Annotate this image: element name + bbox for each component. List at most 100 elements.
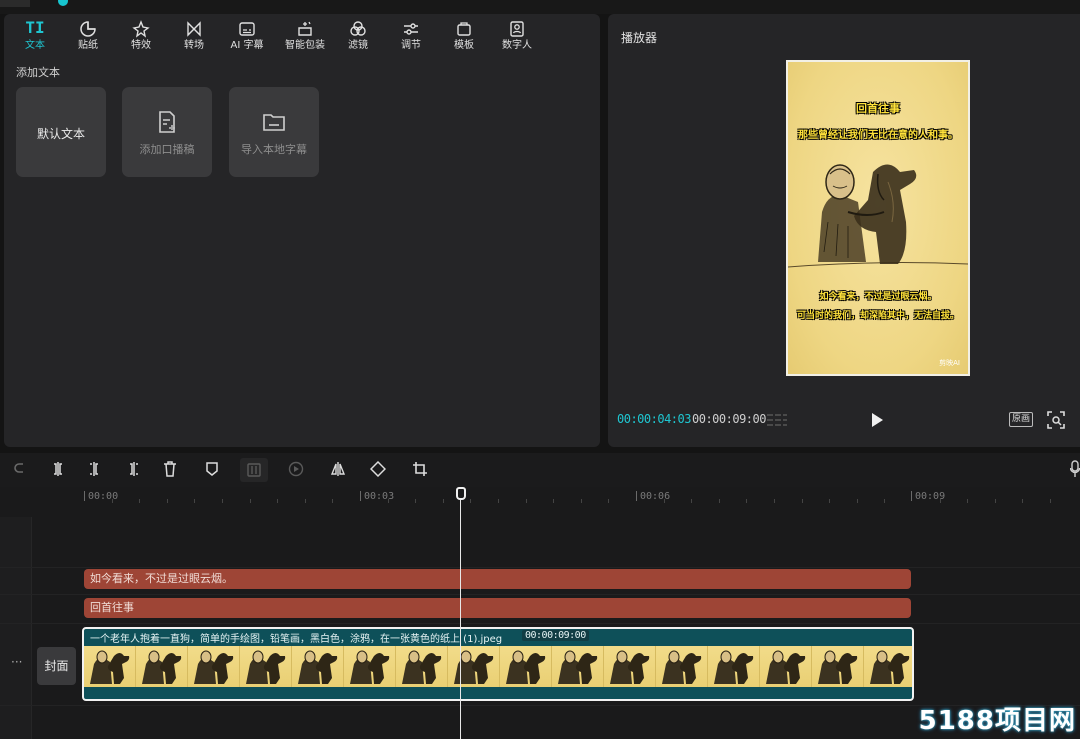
ratio-button[interactable]: 原画 [1009,412,1033,427]
ruler-minor-tick [1022,499,1024,503]
ruler-minor-tick [967,499,969,503]
site-watermark: 5188项目网 [918,706,1076,736]
delete-left-icon[interactable] [88,461,104,477]
ruler-label: 00:00 [88,491,119,502]
window-top-strip [0,0,1080,14]
video-thumbnail [344,646,396,687]
ruler-tick [911,491,912,501]
card-label: 默认文本 [36,127,85,141]
crop-icon[interactable] [412,461,428,477]
playhead-handle[interactable] [456,487,466,500]
tab-ai-caption[interactable]: AI 字幕 [221,18,273,58]
microphone-icon[interactable] [1070,460,1080,478]
ruler-minor-tick [801,499,803,503]
video-thumbnail [292,646,344,687]
tab-digital-human[interactable]: 数字人 [491,18,543,58]
preview-caption-2: 可当时的我们，却深陷其中，无法自拔。 [796,311,959,321]
ruler-minor-tick [498,499,499,503]
smart-package-icon [298,21,312,36]
timeline-toolbar [0,453,1080,487]
video-thumbnail [84,646,136,687]
delete-icon[interactable] [162,461,178,477]
ruler-minor-tick [387,499,389,503]
split-icon[interactable] [50,461,66,477]
playhead-line[interactable] [460,487,461,739]
cover-button[interactable]: 封面 [37,647,76,685]
tab-template[interactable]: 模板 [438,18,490,58]
tab-adjust[interactable]: 调节 [385,18,437,58]
video-thumbnail [656,646,708,687]
tab-effects[interactable]: 特效 [115,18,167,58]
filter-icon [350,21,366,36]
add-script-card[interactable]: 添加口播稿 [122,87,212,177]
video-thumbnail [188,646,240,687]
script-mic-icon [159,111,175,133]
video-thumbnail [552,646,604,687]
ruler-minor-tick [994,499,996,503]
ruler-minor-tick [194,499,196,503]
ruler-minor-tick [525,499,527,503]
time-ruler[interactable]: 00:00 00:03 00:06 00:09 [84,487,1080,509]
undo-icon[interactable] [12,461,28,477]
template-icon [457,22,471,36]
ruler-minor-tick [166,499,168,503]
tab-label: 智能包装 [285,40,325,51]
total-time: 00:00:09:00 [692,412,766,426]
card-label: 添加口播稿 [139,143,195,156]
track-divider [0,594,1080,595]
tab-label: 数字人 [502,40,532,51]
tab-transition[interactable]: 转场 [168,18,220,58]
video-thumbnail [812,646,864,687]
tab-smart-package[interactable]: 智能包装 [279,18,331,58]
preview-headline: 那些曾经让我们无比在意的人和事。 [798,130,958,141]
section-title: 添加文本 [16,66,60,79]
play-icon[interactable] [870,412,884,428]
video-preview[interactable]: 回首往事 那些曾经让我们无比在意的人和事。 如今看来，不过是过眼云烟。 可当时的… [786,60,970,376]
tab-sticker[interactable]: 贴纸 [62,18,114,58]
freeze-button[interactable] [240,458,268,482]
text-clip-title[interactable]: 回首往事 [84,598,911,618]
ai-caption-icon [239,22,255,36]
video-thumbnail [708,646,760,687]
materials-panel: TI 文本 贴纸 特效 转场 AI 字幕 智能包装 滤镜 调节 模板 数字人 添… [4,14,600,447]
ruler-minor-tick [249,499,251,503]
video-thumbnail [448,646,500,687]
tab-label: 转场 [184,40,204,51]
video-clip[interactable]: 一个老年人抱着一直狗，简单的手绘图，铅笔画，黑白色，涂鸦，在一张黄色的纸上 (1… [82,627,914,701]
window-tab[interactable] [0,0,30,7]
tab-text[interactable]: TI 文本 [9,18,61,58]
freeze-icon [247,463,261,477]
import-subtitle-card[interactable]: 导入本地字幕 [229,87,319,177]
player-panel: 播放器 回首往事 那些曾经让我们无比在意的人和事。 如今看来，不过是过眼云烟。 … [608,14,1080,447]
text-clip-caption[interactable]: 如今看来，不过是过眼云烟。 [84,569,911,589]
video-thumbnail [396,646,448,687]
fullscreen-icon[interactable] [1046,410,1066,430]
timecode-grid-icon[interactable] [766,412,788,428]
ruler-minor-tick [304,499,306,503]
video-thumbnail [500,646,552,687]
ruler-minor-tick [553,499,555,503]
tab-label: 调节 [401,40,421,51]
video-thumbnail [864,646,912,687]
video-clip-label: 一个老年人抱着一直狗，简单的手绘图，铅笔画，黑白色，涂鸦，在一张黄色的纸上 (1… [90,634,503,645]
ruler-minor-tick [1050,499,1051,503]
tab-label: 滤镜 [348,40,368,51]
track-more-button[interactable]: ··· [11,655,22,669]
ruler-minor-tick [277,499,279,503]
rotate-icon[interactable] [370,461,386,477]
delete-right-icon[interactable] [124,461,140,477]
marker-icon[interactable] [204,461,220,477]
ruler-minor-tick [111,499,113,503]
tab-label: 模板 [454,40,474,51]
preview-watermark: 剪映AI [939,359,960,367]
card-label: 导入本地字幕 [241,143,307,156]
tab-filter[interactable]: 滤镜 [332,18,384,58]
sticker-icon [80,21,96,37]
reverse-icon[interactable] [288,461,304,477]
default-text-card[interactable]: 默认文本 [16,87,106,177]
ruler-minor-tick [691,499,693,503]
mirror-icon[interactable] [330,461,346,477]
ruler-minor-tick [746,499,748,503]
ruler-minor-tick [608,499,610,503]
transition-icon [187,21,201,37]
